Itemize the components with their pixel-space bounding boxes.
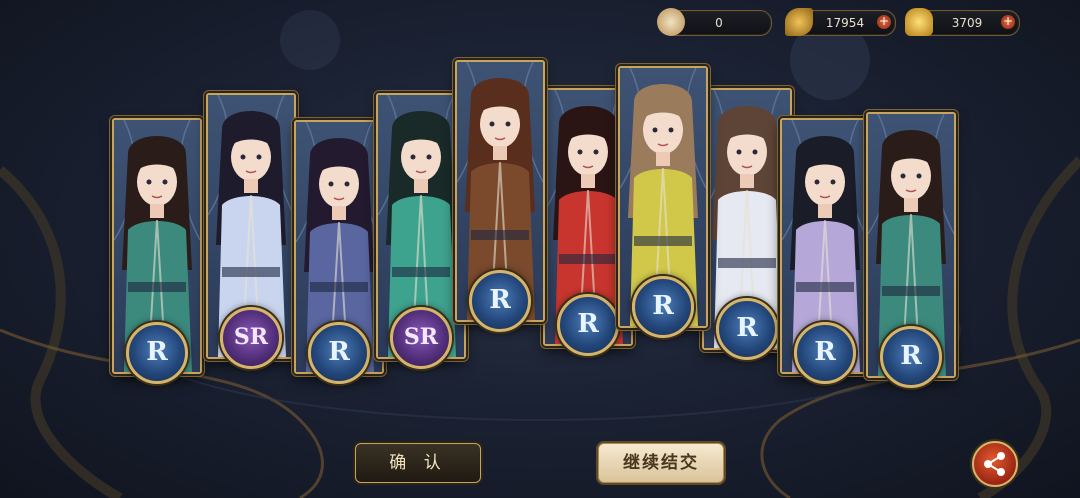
share-button[interactable] (972, 441, 1018, 487)
token-value: 0 (715, 16, 723, 30)
share-icon (984, 452, 1005, 476)
r-rarity-badge: R (469, 270, 531, 332)
feather-counter: 17954 + (785, 8, 896, 36)
r-rarity-badge: R (794, 322, 856, 384)
character-card[interactable]: R (618, 66, 708, 338)
character-card[interactable]: R (455, 60, 545, 332)
add-ingot-button[interactable]: + (1001, 15, 1015, 29)
character-card[interactable]: R (866, 112, 956, 388)
feather-value: 17954 (825, 16, 865, 30)
character-card[interactable]: R (294, 120, 384, 384)
coin-icon (657, 8, 685, 36)
ingot-value: 3709 (951, 16, 983, 30)
ingot-counter: 3709 + (905, 8, 1020, 36)
feather-icon (785, 8, 813, 36)
token-counter: 0 (657, 8, 772, 36)
r-rarity-badge: R (308, 322, 370, 384)
character-card[interactable]: R (702, 88, 792, 360)
character-card[interactable]: R (780, 118, 870, 384)
sr-rarity-badge: SR (390, 307, 452, 369)
gold-ingot-icon (905, 8, 933, 36)
r-rarity-badge: R (632, 276, 694, 338)
r-rarity-badge: R (716, 298, 778, 360)
continue-recruit-button[interactable]: 继续结交 (598, 443, 724, 483)
character-card[interactable]: R (112, 118, 202, 384)
character-card[interactable]: SR (376, 93, 466, 369)
confirm-button[interactable]: 确 认 (355, 443, 481, 483)
r-rarity-badge: R (557, 294, 619, 356)
character-card[interactable]: SR (206, 93, 296, 369)
r-rarity-badge: R (126, 322, 188, 384)
add-feather-button[interactable]: + (877, 15, 891, 29)
r-rarity-badge: R (880, 326, 942, 388)
sr-rarity-badge: SR (220, 307, 282, 369)
